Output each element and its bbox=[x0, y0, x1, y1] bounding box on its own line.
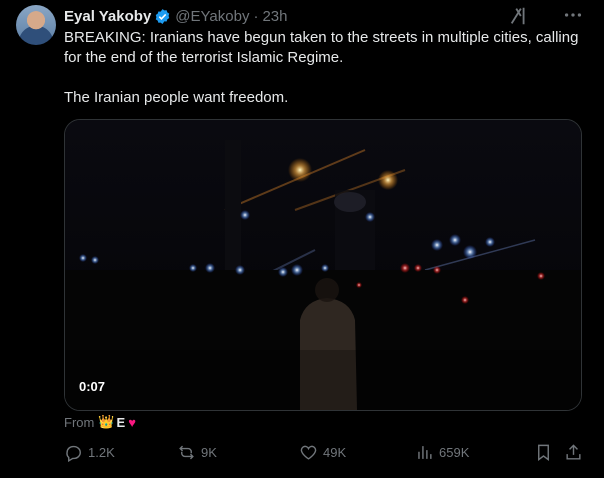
more-icon[interactable] bbox=[562, 4, 584, 26]
share-button[interactable] bbox=[564, 443, 588, 462]
heart-icon: ♥ bbox=[128, 414, 136, 430]
views-icon bbox=[418, 446, 432, 459]
like-button[interactable]: 49K bbox=[299, 443, 346, 462]
video-player[interactable]: 0:07 bbox=[64, 119, 582, 411]
tweet-time[interactable]: 23h bbox=[262, 8, 287, 25]
avatar[interactable] bbox=[16, 5, 56, 45]
tweet-text: BREAKING: Iranians have begun taken to t… bbox=[64, 28, 584, 108]
tweet-header: Eyal Yakoby @EYakoby · 23h bbox=[64, 6, 287, 26]
like-icon bbox=[300, 445, 317, 460]
views-count: 659K bbox=[439, 445, 470, 460]
author-handle[interactable]: @EYakoby bbox=[175, 8, 249, 25]
grok-icon[interactable] bbox=[508, 5, 530, 27]
bookmark-icon bbox=[538, 444, 549, 462]
views-button[interactable]: 659K bbox=[415, 443, 469, 462]
reply-count: 1.2K bbox=[88, 445, 115, 460]
repost-icon bbox=[179, 445, 194, 460]
from-attribution: From 👑 E ♥ bbox=[64, 414, 136, 430]
tweet-paragraph-1: BREAKING: Iranians have begun taken to t… bbox=[64, 29, 579, 66]
like-count: 49K bbox=[323, 445, 347, 460]
video-duration: 0:07 bbox=[79, 379, 106, 394]
crown-emoji: 👑 bbox=[98, 414, 115, 429]
reply-button[interactable]: 1.2K bbox=[64, 443, 115, 462]
share-icon bbox=[566, 444, 581, 460]
reply-icon bbox=[66, 445, 81, 462]
repost-count: 9K bbox=[201, 445, 217, 460]
from-name[interactable]: E bbox=[117, 415, 126, 430]
from-label: From bbox=[64, 414, 95, 430]
bookmark-button[interactable] bbox=[534, 443, 558, 462]
action-bar: 1.2K 9K 49K 659K bbox=[64, 443, 584, 465]
tweet-paragraph-2: The Iranian people want freedom. bbox=[64, 89, 289, 106]
video-frame bbox=[65, 120, 581, 410]
verified-badge-icon bbox=[156, 8, 170, 24]
separator-dot: · bbox=[253, 7, 259, 25]
repost-button[interactable]: 9K bbox=[177, 443, 217, 462]
author-name[interactable]: Eyal Yakoby bbox=[64, 8, 151, 25]
